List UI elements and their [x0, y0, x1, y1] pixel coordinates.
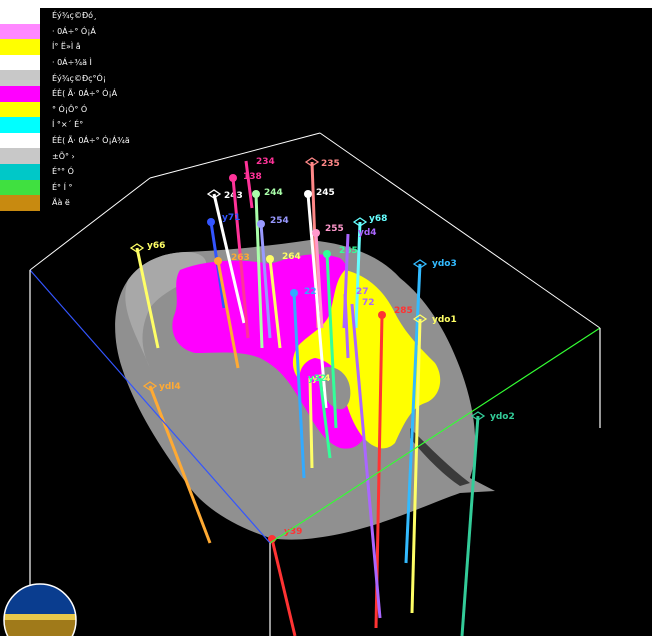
- well-head-ball-icon: [257, 220, 265, 228]
- well-head-ball-icon: [207, 218, 215, 226]
- well-head-ball-icon: [252, 190, 260, 198]
- well-label: 263: [231, 253, 250, 263]
- well-label: 255: [325, 224, 344, 234]
- well-label: y68: [369, 214, 387, 224]
- well-label: 72: [362, 298, 375, 308]
- well-label: 235: [321, 159, 340, 169]
- well-label: y71: [222, 213, 240, 223]
- well-label: 285: [394, 306, 413, 316]
- well-head-ball-icon: [290, 289, 298, 297]
- well-label: ydo3: [432, 259, 457, 269]
- 3d-viewport[interactable]: Éý¾ç©Ðó¸ · 0Á÷° Ó¡Á Í° Ë»Ì â · 0Á÷¾ä Ì Éý¾ç…: [0, 8, 652, 636]
- well-label: y66: [147, 241, 165, 251]
- well-label: 27: [356, 287, 369, 297]
- well-trace-line: [270, 538, 297, 636]
- orientation-compass-icon[interactable]: [3, 583, 77, 636]
- well-head-ball-icon: [312, 229, 320, 237]
- well-y39[interactable]: y39: [268, 527, 302, 636]
- well-head-ball-icon: [229, 174, 237, 182]
- well-label: ydo1: [432, 315, 457, 325]
- scene-3d[interactable]: 243138234235244245254255y71y68y662632642…: [0, 8, 652, 636]
- well-trace-line: [308, 377, 314, 469]
- well-head-ball-icon: [378, 311, 386, 319]
- well-head-ball-icon: [266, 255, 274, 263]
- well-label: 264: [282, 252, 301, 262]
- well-234[interactable]: 234: [244, 157, 275, 209]
- well-label: y32: [308, 374, 326, 384]
- well-label: ydl4: [159, 382, 181, 392]
- well-label: 22: [304, 287, 317, 297]
- well-label: 254: [270, 216, 289, 226]
- well-head-ball-icon: [323, 250, 331, 258]
- well-label: 138: [243, 172, 262, 182]
- well-head-ball-icon: [304, 190, 312, 198]
- well-label: 234: [256, 157, 275, 167]
- well-label: 244: [264, 188, 283, 198]
- well-head-ball-icon: [214, 257, 222, 265]
- well-label: yd4: [358, 228, 377, 238]
- well-label: ydo2: [490, 412, 515, 422]
- well-label: 245: [316, 188, 335, 198]
- well-trace-line: [244, 160, 254, 209]
